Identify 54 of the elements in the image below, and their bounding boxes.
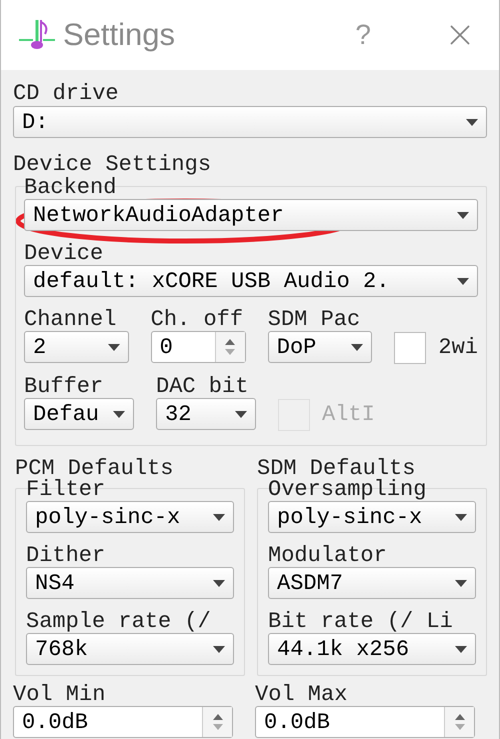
dropdown[interactable]: DoP xyxy=(268,331,372,363)
caret-icon xyxy=(351,344,364,350)
spin-field[interactable]: 0 xyxy=(150,331,246,363)
music-note-icon xyxy=(17,18,57,52)
field-label: Buffer xyxy=(24,376,104,398)
caret-icon xyxy=(455,580,467,586)
field-label: SDM Pac xyxy=(268,309,360,331)
field-label: Dither xyxy=(26,545,106,567)
dropdown[interactable]: NetworkAudioAdapter xyxy=(24,199,478,231)
field-label: Device xyxy=(24,243,104,265)
dropdown[interactable]: 44.1k x256 xyxy=(268,633,476,665)
caret-icon xyxy=(108,344,120,350)
field-label: Vol Min xyxy=(13,684,106,706)
dropdown[interactable]: D: xyxy=(13,106,487,138)
caret-icon xyxy=(213,514,225,520)
caret-icon xyxy=(455,514,467,520)
field-label: Oversampling xyxy=(268,479,426,501)
up-arrow-icon[interactable] xyxy=(454,714,464,720)
checkbox-label: 2wi xyxy=(438,334,478,362)
caret-icon xyxy=(455,646,467,652)
field-label: Ch. off xyxy=(150,309,244,331)
caret-icon xyxy=(213,580,225,586)
checkbox-label: AltI xyxy=(322,401,375,429)
dropdown[interactable]: poly-sinc-x xyxy=(268,501,476,533)
window-title: Settings xyxy=(63,16,176,54)
field-label: Backend xyxy=(24,177,116,199)
dropdown[interactable]: 32 xyxy=(156,398,256,430)
dropdown[interactable]: 768k xyxy=(26,633,234,665)
dropdown[interactable]: default: xCORE USB Audio 2. xyxy=(24,265,478,297)
caret-icon xyxy=(457,212,469,218)
dropdown[interactable]: Defau xyxy=(24,398,134,430)
field-label: Bit rate (/ Li xyxy=(268,611,453,633)
field-label: Sample rate (/ xyxy=(26,611,211,633)
field-label: Modulator xyxy=(268,545,387,567)
dropdown[interactable]: NS4 xyxy=(26,567,234,599)
field-label: CD drive xyxy=(13,82,119,106)
field-label: Channel xyxy=(24,309,116,331)
checkbox[interactable] xyxy=(394,332,426,364)
dropdown[interactable]: poly-sinc-x xyxy=(26,501,234,533)
dropdown[interactable]: 2 xyxy=(24,331,129,363)
caret-icon xyxy=(113,410,125,418)
caret-icon xyxy=(466,118,478,126)
spin-field[interactable]: 0.0dB xyxy=(255,706,475,738)
caret-icon xyxy=(457,278,469,284)
caret-icon xyxy=(213,646,225,652)
field-label: Vol Max xyxy=(255,684,348,706)
spin-field[interactable]: 0.0dB xyxy=(13,706,233,738)
dropdown[interactable]: ASDM7 xyxy=(268,567,476,599)
up-arrow-icon[interactable] xyxy=(225,339,236,345)
field-label: Filter xyxy=(26,479,106,501)
section-title: Device Settings xyxy=(13,152,212,177)
caret-icon xyxy=(235,410,247,418)
field-label: DAC bit xyxy=(156,376,248,398)
up-arrow-icon[interactable] xyxy=(212,714,222,720)
